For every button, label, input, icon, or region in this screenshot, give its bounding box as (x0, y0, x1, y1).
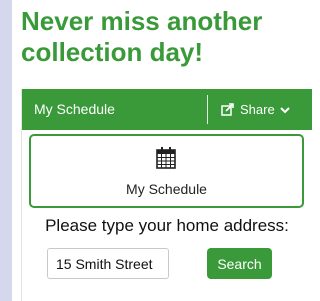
chevron-down-icon (279, 106, 290, 114)
schedule-widget: My Schedule Share My Schedule Please typ… (21, 89, 312, 301)
my-schedule-card[interactable]: My Schedule (29, 134, 304, 208)
calendar-icon (156, 147, 176, 174)
side-stripe (0, 0, 12, 301)
share-button[interactable]: Share (221, 100, 290, 119)
widget-title: My Schedule (34, 101, 115, 117)
share-icon (221, 103, 235, 116)
address-prompt: Please type your home address: (45, 216, 289, 235)
widget-header-bar: My Schedule Share (22, 89, 312, 130)
card-label: My Schedule (126, 181, 207, 197)
address-input[interactable] (47, 248, 169, 279)
page-headline: Never miss another collection day! (21, 6, 263, 67)
share-label: Share (240, 102, 275, 117)
search-button[interactable]: Search (207, 248, 272, 279)
header-divider (207, 95, 208, 124)
